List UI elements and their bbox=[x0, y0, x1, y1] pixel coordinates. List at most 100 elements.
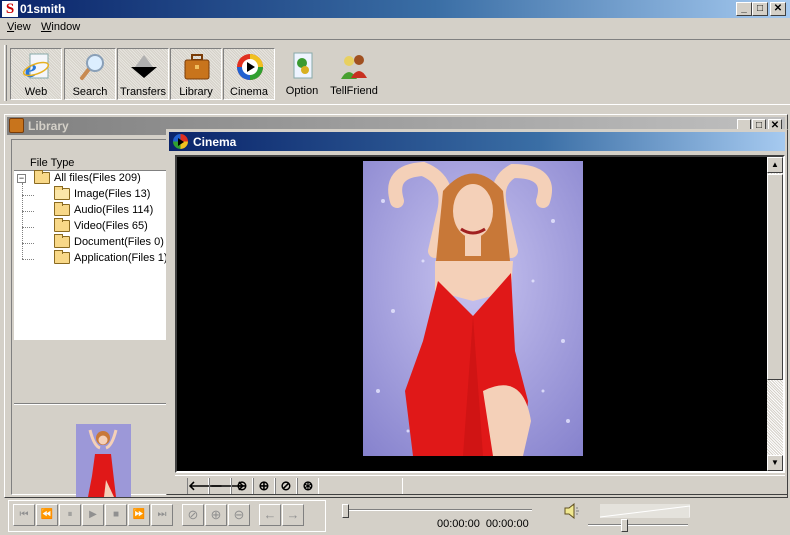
tree-line bbox=[22, 211, 34, 212]
tree-node-audio[interactable]: Audio(Files 114) bbox=[54, 202, 154, 220]
time-display: 00:00:00 00:00:00 bbox=[437, 518, 529, 530]
folder-icon bbox=[54, 250, 70, 265]
main-toolbar: e Web Search Transfers Library Cinema Op… bbox=[0, 39, 790, 105]
vertical-scrollbar[interactable]: ▲ ▼ bbox=[767, 157, 783, 471]
tree-node-all-files[interactable]: All files(Files 209) bbox=[34, 170, 141, 188]
folder-icon bbox=[54, 234, 70, 249]
rewind-button[interactable]: ⏪ bbox=[36, 504, 58, 526]
minimize-button[interactable]: _ bbox=[736, 2, 752, 16]
scroll-up-button[interactable]: ▲ bbox=[767, 157, 783, 173]
volume-knob[interactable] bbox=[621, 519, 628, 532]
volume-level-graph bbox=[600, 504, 690, 518]
toolbar-tellfriend-button[interactable]: TellFriend bbox=[328, 48, 380, 100]
tree-node-label: Audio(Files 114) bbox=[74, 204, 154, 216]
toolbar-transfers-button[interactable]: Transfers bbox=[117, 48, 169, 100]
open-folder-icon bbox=[54, 186, 70, 201]
collapse-toggle[interactable]: − bbox=[17, 174, 26, 183]
volume-slider[interactable] bbox=[588, 519, 688, 532]
tree-line bbox=[22, 259, 34, 260]
next-button[interactable]: → bbox=[282, 504, 304, 526]
toolbar-search-button[interactable]: Search bbox=[64, 48, 116, 100]
transfer-arrow-icon bbox=[131, 55, 157, 78]
tree-line bbox=[22, 227, 34, 228]
cinema-title: Cinema bbox=[193, 135, 237, 149]
toolbar-grip[interactable] bbox=[4, 45, 7, 101]
pane-splitter[interactable] bbox=[14, 403, 168, 405]
image-toolbar: 🡐 🡒 ⊖ ⊕ ⊘ ⊛ bbox=[175, 475, 785, 494]
library-left-pane: File Type − All files(Files 209) Image(F… bbox=[11, 139, 169, 497]
menu-view[interactable]: View bbox=[7, 21, 31, 33]
elapsed-time: 00:00:00 bbox=[437, 518, 480, 530]
zoom-in-icon: ⊕ bbox=[258, 478, 270, 493]
play-button[interactable]: ▶ bbox=[82, 504, 104, 526]
fit-button[interactable]: ⊛ bbox=[297, 478, 319, 494]
toolbar-library-label: Library bbox=[179, 86, 213, 98]
seek-knob[interactable] bbox=[342, 504, 349, 518]
toolbar-option-label: Option bbox=[285, 85, 319, 97]
previous-image-button[interactable]: 🡐 bbox=[187, 478, 223, 494]
seek-track bbox=[347, 509, 532, 511]
tree-node-application[interactable]: Application(Files 1) bbox=[54, 250, 168, 268]
displayed-photo bbox=[363, 161, 583, 456]
zoom-out-icon: ⊖ bbox=[236, 478, 248, 493]
no-zoom-icon: ⊘ bbox=[280, 478, 292, 493]
first-track-button[interactable]: ⏮ bbox=[13, 504, 35, 526]
speaker-icon[interactable] bbox=[563, 503, 581, 519]
tree-node-label: Application(Files 1) bbox=[74, 252, 168, 264]
toolbar-library-button[interactable]: Library bbox=[170, 48, 222, 100]
media-player-icon bbox=[173, 134, 188, 149]
tree-column-header[interactable]: File Type bbox=[30, 157, 74, 169]
actual-size-button[interactable]: ⊘ bbox=[182, 504, 204, 526]
tree-node-label: Document(Files 0) bbox=[74, 236, 164, 248]
media-player-bar: ⏮ ⏪ ⏸ ▶ ■ ⏩ ⏭ ⊘ ⊕ ⊖ ← → 00:00:00 00:00:0… bbox=[0, 498, 790, 535]
folder-icon bbox=[54, 202, 70, 217]
tree-node-video[interactable]: Video(Files 65) bbox=[54, 218, 148, 236]
library-title: Library bbox=[28, 119, 69, 133]
tree-node-label: Video(Files 65) bbox=[74, 220, 148, 232]
tree-node-image[interactable]: Image(Files 13) bbox=[54, 186, 151, 204]
scroll-down-button[interactable]: ▼ bbox=[767, 455, 783, 471]
tree-node-label: Image(Files 13) bbox=[74, 188, 151, 200]
briefcase-icon bbox=[9, 118, 24, 133]
next-image-button[interactable]: 🡒 bbox=[209, 478, 245, 494]
pause-button[interactable]: ⏸ bbox=[59, 504, 81, 526]
toolbar-search-label: Search bbox=[72, 86, 108, 98]
cinema-window: Cinema ▲ ▼ 🡐 🡒 ⊖ ⊕ ⊘ ⊛ bbox=[166, 129, 788, 495]
close-button[interactable]: ✕ bbox=[770, 2, 786, 16]
actual-size-button[interactable]: ⊘ bbox=[275, 478, 297, 494]
menu-window[interactable]: Window bbox=[41, 21, 80, 33]
tree-node-document[interactable]: Document(Files 0) bbox=[54, 234, 164, 252]
stop-button[interactable]: ■ bbox=[105, 504, 127, 526]
toolbar-option-button[interactable]: Option bbox=[276, 48, 328, 100]
zoom-in-button[interactable]: ⊕ bbox=[205, 504, 227, 526]
toolbar-spacer bbox=[319, 478, 403, 494]
cinema-title-bar[interactable]: Cinema bbox=[169, 132, 785, 151]
seek-slider[interactable] bbox=[342, 504, 532, 518]
tree-line bbox=[22, 243, 34, 244]
fast-forward-button[interactable]: ⏩ bbox=[128, 504, 150, 526]
app-title: 01smith bbox=[20, 2, 66, 16]
volume-track bbox=[588, 524, 688, 526]
fit-zoom-icon: ⊛ bbox=[302, 478, 314, 493]
toolbar-cinema-button[interactable]: Cinema bbox=[223, 48, 275, 100]
image-thumbnail[interactable] bbox=[76, 424, 131, 497]
zoom-in-button[interactable]: ⊕ bbox=[253, 478, 275, 494]
maximize-button[interactable]: □ bbox=[752, 2, 768, 16]
app-logo-icon: S bbox=[2, 1, 18, 17]
app-title-bar[interactable]: S 01smith _ □ ✕ bbox=[0, 0, 790, 18]
toolbar-web-label: Web bbox=[24, 86, 48, 98]
previous-button[interactable]: ← bbox=[259, 504, 281, 526]
folder-icon bbox=[34, 170, 50, 185]
zoom-out-button[interactable]: ⊖ bbox=[231, 478, 253, 494]
file-type-tree: − All files(Files 209) Image(Files 13) A… bbox=[14, 170, 168, 340]
tree-line bbox=[22, 195, 34, 196]
last-track-button[interactable]: ⏭ bbox=[151, 504, 173, 526]
scrollbar-thumb[interactable] bbox=[767, 174, 783, 380]
toolbar-transfers-label: Transfers bbox=[119, 86, 167, 98]
toolbar-web-button[interactable]: e Web bbox=[10, 48, 62, 100]
menu-bar: View Window bbox=[0, 19, 790, 37]
tree-node-label: All files(Files 209) bbox=[54, 172, 141, 184]
folder-icon bbox=[54, 218, 70, 233]
media-player-icon bbox=[237, 54, 263, 80]
zoom-out-button[interactable]: ⊖ bbox=[228, 504, 250, 526]
